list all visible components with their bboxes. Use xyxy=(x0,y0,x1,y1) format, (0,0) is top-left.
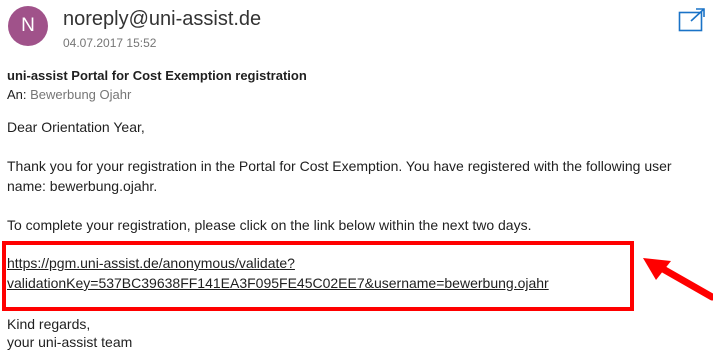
highlight-box xyxy=(2,241,634,311)
recipient-name: Bewerbung Ojahr xyxy=(30,87,132,102)
recipient-line: An: Bewerbung Ojahr xyxy=(7,87,131,102)
closing-line-1: Kind regards, xyxy=(7,316,91,332)
body-paragraph-1-line-1: Thank you for your registration in the P… xyxy=(7,158,672,174)
body-paragraph-2: To complete your registration, please cl… xyxy=(7,217,532,233)
greeting: Dear Orientation Year, xyxy=(7,119,145,135)
sender-avatar: N xyxy=(8,6,48,46)
closing-line-2: your uni-assist team xyxy=(7,334,133,350)
sender-address: noreply@uni-assist.de xyxy=(63,8,262,30)
avatar-letter: N xyxy=(21,15,35,36)
recipient-label: An: xyxy=(7,87,27,102)
popout-icon[interactable] xyxy=(678,7,706,32)
body-paragraph-1-line-2: name: bewerbung.ojahr. xyxy=(7,178,158,194)
arrow-icon xyxy=(640,255,713,305)
message-datetime: 04.07.2017 15:52 xyxy=(63,36,157,50)
message-subject: uni-assist Portal for Cost Exemption reg… xyxy=(7,68,307,83)
